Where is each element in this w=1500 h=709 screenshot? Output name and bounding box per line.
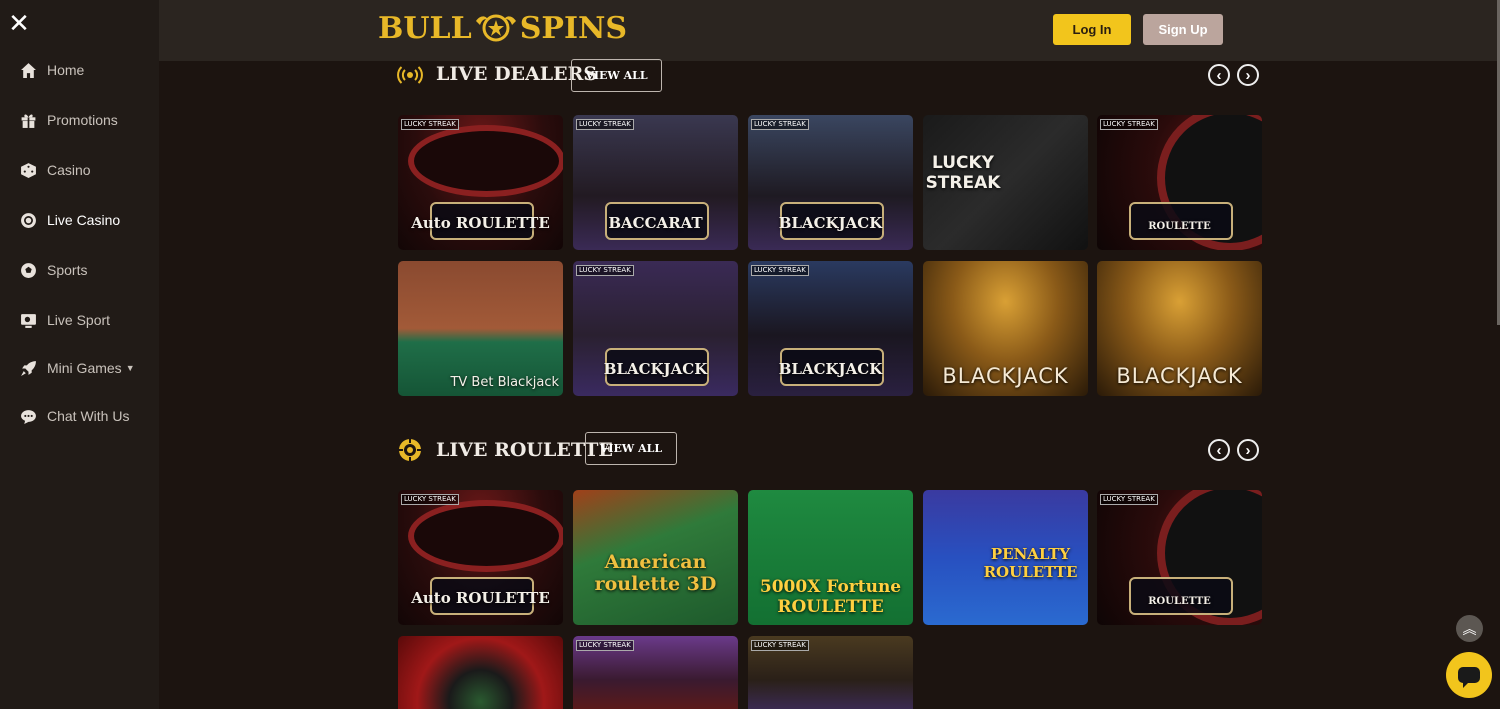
prev-arrow-icon[interactable]: ‹: [1208, 439, 1230, 461]
sidebar-item-promotions[interactable]: Promotions: [19, 109, 118, 131]
sidebar-item-chat-with-us[interactable]: Chat With Us: [19, 405, 129, 427]
gift-icon: [19, 111, 37, 129]
game-title: ROULETTE: [1148, 596, 1211, 607]
game-title: BLACKJACK: [778, 360, 883, 378]
game-tile-lucky-streak[interactable]: LUCKY STREAK: [923, 115, 1088, 250]
sidebar-item-label: Casino: [47, 162, 91, 178]
game-tile[interactable]: LUCKY STREAK: [748, 636, 913, 709]
live-sport-icon: [19, 311, 37, 329]
scroll-to-top-button[interactable]: ︽: [1456, 615, 1483, 642]
caret-down-icon: ▼: [125, 363, 135, 373]
game-title: TV Bet Blackjack: [450, 375, 559, 390]
soccer-ball-icon: [19, 261, 37, 279]
game-title: Auto ROULETTE: [411, 589, 550, 607]
game-title: BLACKJACK: [1116, 364, 1243, 388]
game-title: LUCKY STREAK: [925, 153, 1001, 193]
sidebar-item-casino[interactable]: Casino: [19, 159, 91, 181]
game-tile-auto-roulette[interactable]: LUCKY STREAK Auto ROULETTE: [398, 115, 563, 250]
home-icon: [19, 61, 37, 79]
double-chevron-up-icon: ︽: [1462, 620, 1477, 637]
next-arrow-icon[interactable]: ›: [1237, 64, 1259, 86]
close-icon[interactable]: ✕: [8, 10, 30, 36]
game-tile-blackjack[interactable]: LUCKY STREAK BLACKJACK: [748, 261, 913, 396]
game-title: Auto ROULETTE: [411, 214, 550, 232]
game-tile-roulette[interactable]: LUCKY STREAK ROULETTE: [1097, 115, 1262, 250]
sidebar-item-mini-games[interactable]: Mini Games ▼: [19, 357, 135, 379]
game-title: 5000X Fortune ROULETTE: [759, 577, 902, 617]
view-all-button-live-dealers[interactable]: VIEW ALL: [571, 59, 662, 92]
game-tile-fortune-roulette[interactable]: 5000X Fortune ROULETTE: [748, 490, 913, 625]
game-title: BACCARAT: [608, 214, 703, 232]
prev-arrow-icon[interactable]: ‹: [1208, 64, 1230, 86]
game-title: American roulette 3D: [594, 551, 717, 595]
game-tile[interactable]: LUCKY STREAK: [573, 636, 738, 709]
live-chip-icon: [19, 211, 37, 229]
game-title: PENALTY ROULETTE: [983, 545, 1078, 581]
chat-bubble-icon: [1458, 667, 1480, 688]
sidebar: ✕ Home Promotions Casino Live Casino Spo…: [0, 0, 159, 709]
provider-badge: LUCKY STREAK: [401, 494, 459, 505]
sidebar-item-label: Chat With Us: [47, 408, 130, 424]
provider-badge: LUCKY STREAK: [576, 640, 634, 651]
game-tile-blackjack[interactable]: LUCKY STREAK BLACKJACK: [748, 115, 913, 250]
chat-icon: [19, 407, 37, 425]
game-tile-blackjack[interactable]: BLACKJACK: [923, 261, 1088, 396]
provider-badge: LUCKY STREAK: [751, 640, 809, 651]
bull-logo-icon: [475, 14, 516, 42]
dice-icon: [19, 161, 37, 179]
game-tile-tv-bet-blackjack[interactable]: TV Bet Blackjack: [398, 261, 563, 396]
sidebar-item-label: Mini Games: [47, 360, 122, 376]
top-bar: [159, 0, 1500, 61]
provider-badge: LUCKY STREAK: [1100, 494, 1158, 505]
view-all-button-live-roulette[interactable]: VIEW ALL: [585, 432, 677, 465]
provider-badge: LUCKY STREAK: [576, 119, 634, 130]
provider-badge: LUCKY STREAK: [401, 119, 459, 130]
game-tile-baccarat[interactable]: LUCKY STREAK BACCARAT: [573, 115, 738, 250]
logo-text-right: SPINS: [519, 10, 628, 46]
game-title: BLACKJACK: [942, 364, 1069, 388]
provider-badge: LUCKY STREAK: [576, 265, 634, 276]
sidebar-item-live-casino[interactable]: Live Casino: [19, 209, 120, 231]
game-tile-blackjack[interactable]: BLACKJACK: [1097, 261, 1262, 396]
login-button[interactable]: Log In: [1053, 14, 1131, 45]
game-tile-blackjack[interactable]: LUCKY STREAK BLACKJACK: [573, 261, 738, 396]
game-tile-penalty-roulette[interactable]: PENALTY ROULETTE: [923, 490, 1088, 625]
logo-text-left: BULL: [378, 10, 472, 46]
game-tile-american-roulette-3d[interactable]: American roulette 3D: [573, 490, 738, 625]
sidebar-item-sports[interactable]: Sports: [19, 259, 87, 281]
sidebar-item-live-sport[interactable]: Live Sport: [19, 309, 110, 331]
sidebar-item-label: Live Sport: [47, 312, 111, 328]
provider-badge: LUCKY STREAK: [751, 265, 809, 276]
provider-badge: LUCKY STREAK: [751, 119, 809, 130]
broadcast-icon: [397, 66, 423, 84]
game-tile[interactable]: [398, 636, 563, 709]
sidebar-item-label: Live Casino: [47, 212, 121, 228]
signup-button[interactable]: Sign Up: [1143, 14, 1223, 45]
game-tile-roulette[interactable]: LUCKY STREAK ROULETTE: [1097, 490, 1262, 625]
rocket-icon: [19, 359, 37, 377]
provider-badge: LUCKY STREAK: [1100, 119, 1158, 130]
logo[interactable]: BULL SPINS: [378, 8, 627, 48]
game-title: ROULETTE: [1148, 221, 1211, 232]
game-title: BLACKJACK: [603, 360, 708, 378]
sidebar-item-label: Sports: [47, 262, 88, 278]
sidebar-item-label: Promotions: [47, 112, 118, 128]
next-arrow-icon[interactable]: ›: [1237, 439, 1259, 461]
game-tile-auto-roulette[interactable]: LUCKY STREAK Auto ROULETTE: [398, 490, 563, 625]
roulette-chip-icon: [399, 439, 421, 461]
game-title: BLACKJACK: [778, 214, 883, 232]
chat-button[interactable]: [1446, 652, 1492, 698]
sidebar-item-home[interactable]: Home: [19, 59, 84, 81]
sidebar-item-label: Home: [47, 62, 85, 78]
